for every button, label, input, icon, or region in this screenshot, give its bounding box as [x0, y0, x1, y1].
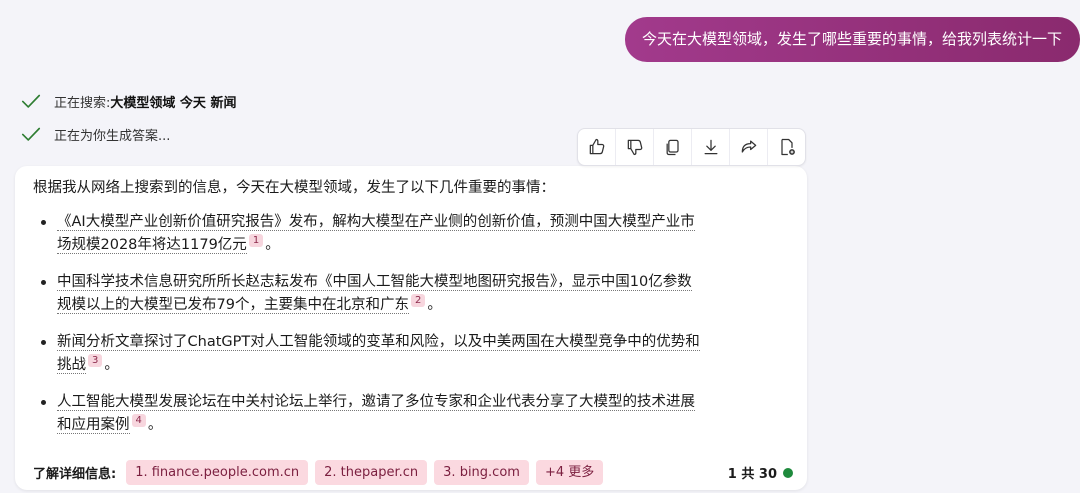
response-toolbar	[577, 128, 806, 166]
response-counter-text: 1 共 30	[727, 467, 777, 482]
sources-bar: 了解详细信息: 1. finance.people.com.cn 2. thep…	[33, 460, 793, 485]
copy-icon	[666, 139, 679, 156]
checkmark-icon	[21, 127, 41, 141]
thumbs-up-icon	[589, 138, 604, 155]
source-link[interactable]: 2. thepaper.cn	[315, 460, 428, 485]
source-link[interactable]: 1. finance.people.com.cn	[126, 460, 309, 485]
search-status: 正在搜索: 大模型领域 今天 新闻	[20, 90, 236, 112]
export-button[interactable]	[768, 129, 805, 165]
copy-button[interactable]	[654, 129, 692, 165]
download-button[interactable]	[692, 129, 730, 165]
response-counter: 1 共 30	[728, 463, 793, 482]
list-item-text[interactable]: 新闻分析文章探讨了ChatGPT对人工智能领域的变革和风险，以及中美两国在大模型…	[57, 334, 700, 374]
source-link[interactable]: 3. bing.com	[434, 460, 529, 485]
export-icon	[780, 138, 795, 156]
answer-card: 根据我从网络上搜索到的信息，今天在大模型领域，发生了以下几件重要的事情： 《AI…	[15, 166, 807, 490]
search-status-prefix: 正在搜索:	[54, 95, 111, 111]
thumbs-up-button[interactable]	[578, 129, 616, 165]
list-item: 《AI大模型产业创新价值研究报告》发布，解构大模型在产业侧的创新价值，预测中国大…	[33, 211, 793, 257]
checkmark-icon	[21, 94, 41, 108]
list-item: 人工智能大模型发展论坛在中关村论坛上举行，邀请了多位专家和企业代表分享了大模型的…	[33, 391, 793, 437]
more-sources-button[interactable]: +4 更多	[535, 460, 604, 485]
list-item: 新闻分析文章探讨了ChatGPT对人工智能领域的变革和风险，以及中美两国在大模型…	[33, 331, 793, 377]
list-item-text[interactable]: 《AI大模型产业创新价值研究报告》发布，解构大模型在产业侧的创新价值，预测中国大…	[57, 214, 695, 254]
status-dot-icon	[783, 467, 793, 478]
search-query: 大模型领域 今天 新闻	[110, 95, 237, 111]
citation-badge[interactable]: 1	[248, 234, 264, 248]
share-icon	[741, 140, 756, 153]
thumbs-down-button[interactable]	[616, 129, 654, 165]
download-icon	[704, 139, 717, 155]
generating-status: 正在为你生成答案...	[20, 123, 170, 145]
answer-list: 《AI大模型产业创新价值研究报告》发布，解构大模型在产业侧的创新价值，预测中国大…	[33, 211, 793, 451]
sources-label: 了解详细信息:	[33, 467, 117, 482]
user-message-bubble: 今天在大模型领域，发生了哪些重要的事情，给我列表统计一下	[624, 17, 1080, 62]
list-item: 中国科学技术信息研究所所长赵志耘发布《中国人工智能大模型地图研究报告》，显示中国…	[33, 271, 793, 317]
citation-badge[interactable]: 3	[88, 354, 103, 368]
thumbs-down-icon	[627, 139, 642, 156]
generating-status-text: 正在为你生成答案...	[54, 128, 171, 144]
list-item-text[interactable]: 中国科学技术信息研究所所长赵志耘发布《中国人工智能大模型地图研究报告》，显示中国…	[57, 274, 692, 314]
citation-badge[interactable]: 2	[410, 294, 426, 308]
citation-badge[interactable]: 4	[131, 414, 146, 428]
share-button[interactable]	[730, 129, 768, 165]
answer-intro: 根据我从网络上搜索到的信息，今天在大模型领域，发生了以下几件重要的事情：	[33, 180, 555, 196]
